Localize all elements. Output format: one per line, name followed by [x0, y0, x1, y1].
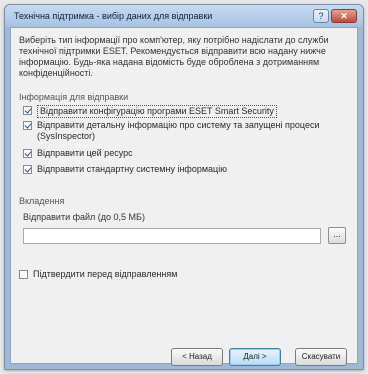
- checkbox-confirm-before-send[interactable]: [19, 270, 28, 279]
- option-send-system-info-label: Відправити стандартну системну інформаці…: [37, 164, 227, 174]
- help-button[interactable]: ?: [313, 9, 329, 23]
- intro-text: Виберіть тип інформації про комп'ютер, я…: [19, 35, 329, 78]
- next-button[interactable]: Далі >: [229, 348, 281, 366]
- title-bar[interactable]: Технічна підтримка - вибір даних для від…: [5, 5, 363, 27]
- checkbox-send-resource[interactable]: [23, 149, 32, 158]
- cancel-button[interactable]: Скасувати: [295, 348, 347, 366]
- option-send-resource[interactable]: Відправити цей ресурс: [23, 148, 133, 159]
- option-send-system-info[interactable]: Відправити стандартну системну інформаці…: [23, 164, 227, 175]
- option-send-config-label: Відправити конфігурацію програми ESET Sm…: [37, 105, 277, 118]
- confirm-before-send-label: Підтвердити перед відправленням: [33, 269, 178, 279]
- attachment-path-input[interactable]: [23, 228, 321, 244]
- checkbox-send-system-info[interactable]: [23, 165, 32, 174]
- dialog-body: Виберіть тип інформації про комп'ютер, я…: [10, 27, 358, 366]
- checkbox-send-sysinspector[interactable]: [23, 121, 32, 130]
- checkbox-send-config[interactable]: [23, 106, 32, 115]
- browse-button[interactable]: ...: [328, 227, 346, 244]
- option-send-config[interactable]: Відправити конфігурацію програми ESET Sm…: [23, 105, 277, 118]
- close-button[interactable]: ✕: [331, 9, 357, 23]
- info-section-heading: Інформація для відправки: [19, 92, 129, 102]
- option-send-sysinspector[interactable]: Відправити детальну інформацію про систе…: [23, 120, 323, 142]
- back-button[interactable]: < Назад: [171, 348, 223, 366]
- window-title: Технічна підтримка - вибір даних для від…: [14, 11, 213, 21]
- support-dialog-window: Технічна підтримка - вибір даних для від…: [4, 4, 364, 370]
- option-send-sysinspector-label: Відправити детальну інформацію про систе…: [37, 120, 320, 141]
- confirm-before-send[interactable]: Підтвердити перед відправленням: [19, 269, 177, 280]
- attachment-field-label: Відправити файл (до 0,5 МБ): [23, 212, 145, 222]
- attachments-heading: Вкладення: [19, 196, 65, 206]
- option-send-resource-label: Відправити цей ресурс: [37, 148, 133, 158]
